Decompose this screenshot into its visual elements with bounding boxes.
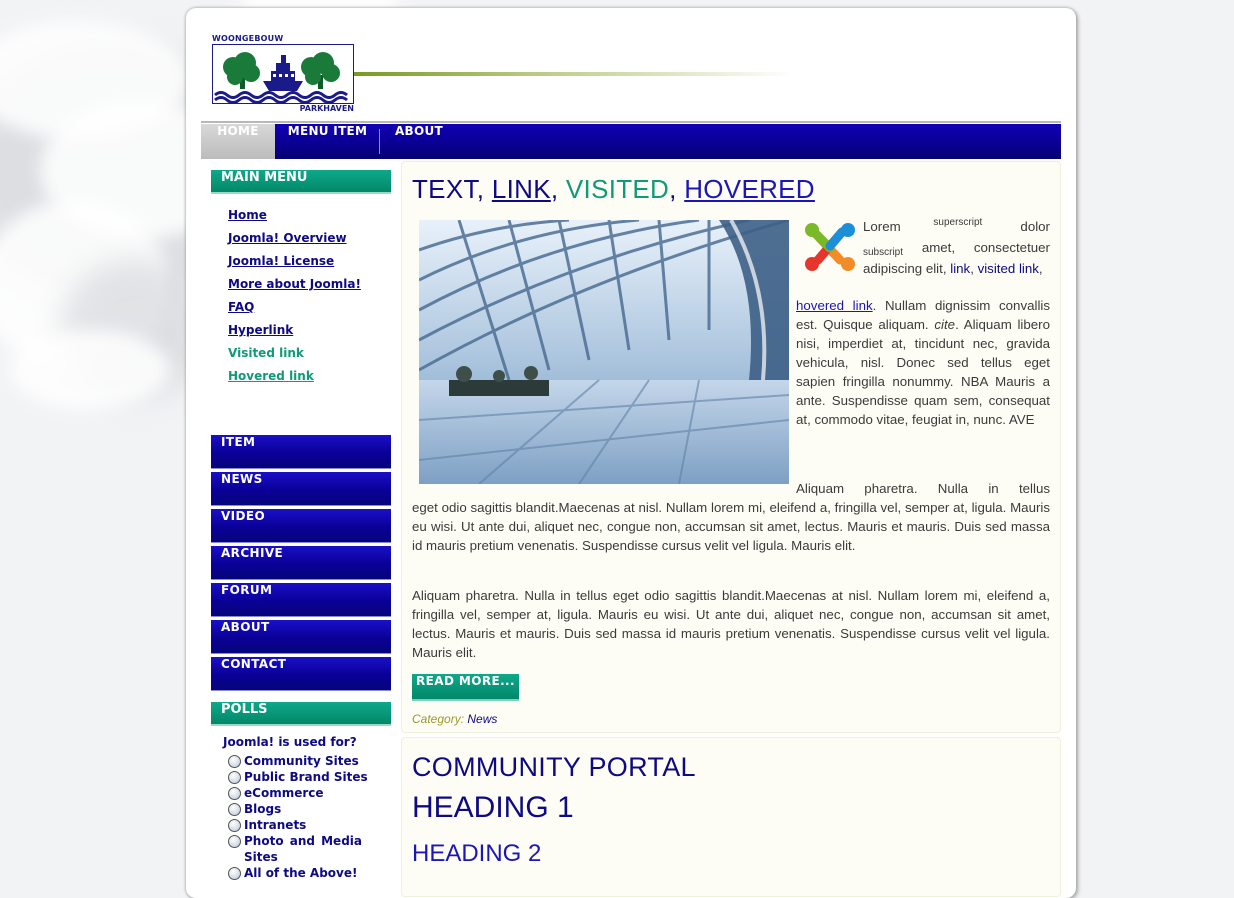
poll-question: Joomla! is used for? (223, 735, 357, 749)
heading-2: HEADING 2 (412, 840, 542, 867)
heading-1: HEADING 1 (412, 791, 574, 824)
article-paragraph-2: eget odio sagittis blandit.Maecenas at n… (412, 500, 1050, 553)
article-title: TEXT, LINK, VISITED, HOVERED (412, 174, 815, 204)
category-label: Category: (412, 712, 465, 726)
title-visited[interactable]: VISITED (566, 174, 669, 204)
radio-button[interactable] (228, 755, 241, 768)
main-menu-item-more[interactable]: More about Joomla! (228, 277, 361, 300)
text-rest2: . Aliquam libero nisi, imperdiet at, tin… (796, 317, 1050, 427)
article-paragraph-3: Aliquam pharetra. Nulla in tellus eget o… (412, 588, 1050, 660)
side-button-contact[interactable]: CONTACT (211, 657, 391, 691)
side-button-about[interactable]: ABOUT (211, 620, 391, 654)
logo-bottom-text: PARKHAVEN (299, 104, 354, 113)
read-more-button[interactable]: READ MORE... (412, 674, 519, 701)
header-divider (201, 121, 1061, 123)
community-portal-heading: COMMUNITY PORTAL (412, 752, 696, 782)
header-accent-line (354, 72, 794, 76)
inline-visited-link[interactable]: visited link (978, 261, 1039, 276)
top-navigation: HOME MENU ITEM ABOUT (201, 124, 1061, 159)
title-text: TEXT (412, 174, 477, 204)
poll-option-label: Blogs (244, 802, 282, 816)
article-paragraph-intro-top: Lorem superscript dolor subscript amet, … (863, 217, 1050, 276)
cite-text: cite (934, 317, 956, 332)
main-menu-item-home[interactable]: Home (228, 208, 361, 231)
side-button-video[interactable]: VIDEO (211, 509, 391, 543)
nav-about[interactable]: ABOUT (380, 124, 458, 159)
radio-button[interactable] (228, 835, 241, 848)
superscript-text: superscript (933, 217, 983, 228)
main-menu-item-license[interactable]: Joomla! License (228, 254, 361, 277)
subscript-text: subscript (863, 247, 904, 258)
poll-option-label: Public Brand Sites (244, 770, 368, 784)
category-link[interactable]: News (467, 712, 497, 726)
main-menu-item-hovered[interactable]: Hovered link (228, 369, 361, 392)
article-category: Category: News (412, 712, 497, 726)
main-menu-item-hyperlink[interactable]: Hyperlink (228, 323, 361, 346)
text-dolor: dolor (1020, 219, 1050, 234)
side-button-archive[interactable]: ARCHIVE (211, 546, 391, 580)
poll-option-label: All of the Above! (244, 866, 358, 880)
inline-hovered-link[interactable]: hovered link (796, 298, 873, 313)
text-lorem: Lorem (863, 219, 901, 234)
radio-button[interactable] (228, 867, 241, 880)
side-button-forum[interactable]: FORUM (211, 583, 391, 617)
logo-emblem (212, 44, 354, 104)
joomla-logo-icon (802, 220, 858, 274)
poll-option-label: Intranets (244, 818, 307, 832)
site-logo[interactable]: WOONGEBOUW PARKHAVEN (212, 34, 354, 114)
article-paragraph-2-start: Aliquam pharetra. Nulla in tellus (796, 481, 1050, 496)
main-menu-item-visited[interactable]: Visited link (228, 346, 361, 369)
radio-button[interactable] (228, 803, 241, 816)
title-hovered[interactable]: HOVERED (684, 174, 815, 204)
nav-menu-item[interactable]: MENU ITEM (275, 124, 380, 159)
radio-button[interactable] (228, 819, 241, 832)
radio-button[interactable] (228, 771, 241, 784)
nav-home[interactable]: HOME (201, 124, 275, 159)
side-button-news[interactable]: NEWS (211, 472, 391, 506)
main-menu-list: Home Joomla! Overview Joomla! License Mo… (228, 208, 361, 392)
inline-link[interactable]: link (950, 261, 970, 276)
atrium-photo (419, 220, 789, 484)
article-paragraph-intro: hovered link. Nullam dignissim convallis… (796, 296, 1050, 429)
polls-title: POLLS (211, 702, 391, 726)
main-menu-item-faq[interactable]: FAQ (228, 300, 361, 323)
side-button-item[interactable]: ITEM (211, 435, 391, 469)
main-menu-title: MAIN MENU (211, 170, 391, 194)
radio-button[interactable] (228, 787, 241, 800)
poll-option-label: eCommerce (244, 786, 324, 800)
poll-option-label: Photo and Media Sites (244, 834, 362, 864)
logo-top-text: WOONGEBOUW (212, 34, 284, 43)
poll-option-label: Community Sites (244, 754, 359, 768)
main-menu-item-overview[interactable]: Joomla! Overview (228, 231, 361, 254)
title-link[interactable]: LINK (492, 174, 551, 204)
